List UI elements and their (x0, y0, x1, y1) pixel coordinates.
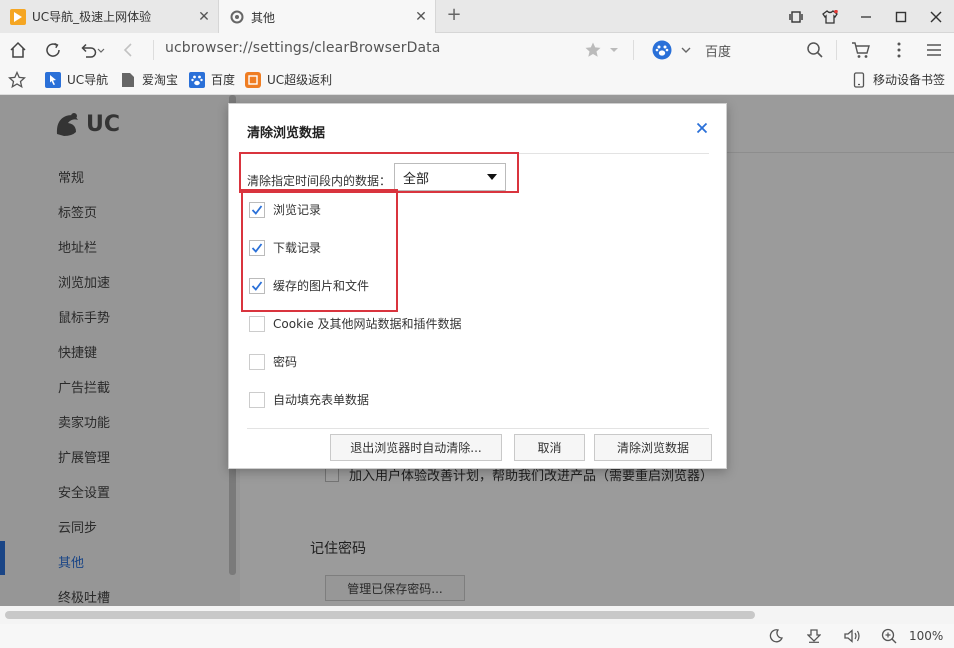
clear-browsing-data-button[interactable]: 清除浏览数据 (594, 434, 712, 461)
window-close-icon[interactable] (919, 0, 953, 33)
bookmark-uc-rebate[interactable]: UC超级返利 (245, 71, 332, 88)
autofill-checkbox[interactable] (249, 391, 265, 408)
page-icon (120, 72, 136, 88)
skin-shirt-icon[interactable] (813, 0, 847, 33)
toolbar-divider (153, 40, 154, 60)
toolbar-divider (633, 40, 634, 60)
tab-uc-navigation[interactable]: UC导航_极速上网体验 ✕ (0, 0, 218, 33)
bookmark-uc-nav[interactable]: UC导航 (45, 71, 108, 88)
dialog-footer-divider (247, 428, 709, 429)
zoom-level[interactable]: 100% (909, 629, 943, 643)
rebate-icon (245, 71, 261, 88)
vertical-tabs-icon[interactable] (779, 0, 813, 33)
tab-close-icon[interactable]: ✕ (407, 9, 435, 25)
home-icon[interactable] (6, 38, 30, 62)
bookmark-manager-star-icon[interactable] (8, 71, 26, 89)
new-tab-button[interactable]: + (444, 5, 464, 27)
option-passwords[interactable]: 密码 (249, 353, 297, 370)
more-vertical-icon[interactable] (887, 38, 911, 62)
bookmark-label: 百度 (211, 73, 236, 87)
dialog-title: 清除浏览数据 (247, 126, 326, 141)
dialog-close-icon[interactable] (693, 119, 711, 137)
cancel-button[interactable]: 取消 (514, 434, 585, 461)
bookmarks-bar: UC导航 爱淘宝 百度 UC超级返利 移动设备书签 (0, 66, 954, 95)
highlight-checked-options (241, 189, 398, 312)
option-label: 密码 (273, 355, 298, 369)
baidu-paw-icon[interactable] (650, 38, 674, 62)
back-icon[interactable] (117, 38, 141, 62)
tab-close-icon[interactable]: ✕ (190, 9, 218, 25)
baidu-paw-icon (189, 71, 205, 88)
navigation-toolbar: ucbrowser://settings/clearBrowserData 百度 (0, 33, 954, 66)
zoom-in-icon[interactable] (879, 627, 899, 645)
bookmark-baidu[interactable]: 百度 (189, 71, 235, 88)
reload-icon[interactable] (41, 38, 65, 62)
option-autofill[interactable]: 自动填充表单数据 (249, 391, 369, 408)
mobile-bookmarks-label: 移动设备书签 (873, 73, 946, 87)
menu-icon[interactable] (922, 38, 946, 62)
night-mode-moon-icon[interactable] (766, 627, 786, 645)
volume-icon[interactable] (842, 627, 862, 645)
bookmark-label: 爱淘宝 (142, 73, 179, 87)
maximize-icon[interactable] (884, 0, 918, 33)
search-icon[interactable] (803, 38, 827, 62)
option-cookies[interactable]: Cookie 及其他网站数据和插件数据 (249, 315, 462, 332)
bookmark-label: UC超级返利 (267, 73, 333, 87)
bookmark-aitaobao[interactable]: 爱淘宝 (120, 71, 178, 88)
undo-close-tab-icon[interactable] (78, 38, 108, 62)
minimize-icon[interactable] (849, 0, 883, 33)
option-label: 自动填充表单数据 (273, 393, 370, 407)
uc-nav-icon (45, 71, 61, 88)
tab-other[interactable]: 其他 ✕ (218, 0, 436, 34)
download-icon[interactable] (804, 627, 824, 645)
toolbar-divider (836, 40, 837, 60)
tab-title: UC导航_极速上网体验 (32, 10, 152, 24)
tab-strip: UC导航_极速上网体验 ✕ 其他 ✕ + (0, 0, 954, 34)
tab-title: 其他 (251, 10, 276, 25)
status-bar: 100% (0, 624, 954, 648)
uc-favicon-icon (10, 8, 26, 25)
highlight-time-range (239, 152, 519, 193)
cart-icon[interactable] (849, 38, 873, 62)
address-bar[interactable]: ucbrowser://settings/clearBrowserData (165, 40, 440, 56)
bookmark-label: UC导航 (67, 73, 109, 87)
search-engine-name[interactable]: 百度 (705, 41, 731, 60)
cookies-checkbox[interactable] (249, 315, 265, 332)
bookmark-star-icon[interactable] (581, 38, 605, 62)
search-engine-dropdown-icon[interactable] (676, 38, 696, 62)
address-dropdown-icon[interactable] (604, 38, 624, 62)
mobile-bookmarks[interactable]: 移动设备书签 (851, 71, 945, 88)
horizontal-scrollbar-thumb[interactable] (5, 611, 755, 619)
passwords-checkbox[interactable] (249, 353, 265, 370)
gear-icon (229, 9, 245, 25)
option-label: Cookie 及其他网站数据和插件数据 (273, 317, 462, 331)
auto-clear-on-exit-button[interactable]: 退出浏览器时自动清除... (330, 434, 502, 461)
mobile-device-icon (851, 71, 867, 88)
